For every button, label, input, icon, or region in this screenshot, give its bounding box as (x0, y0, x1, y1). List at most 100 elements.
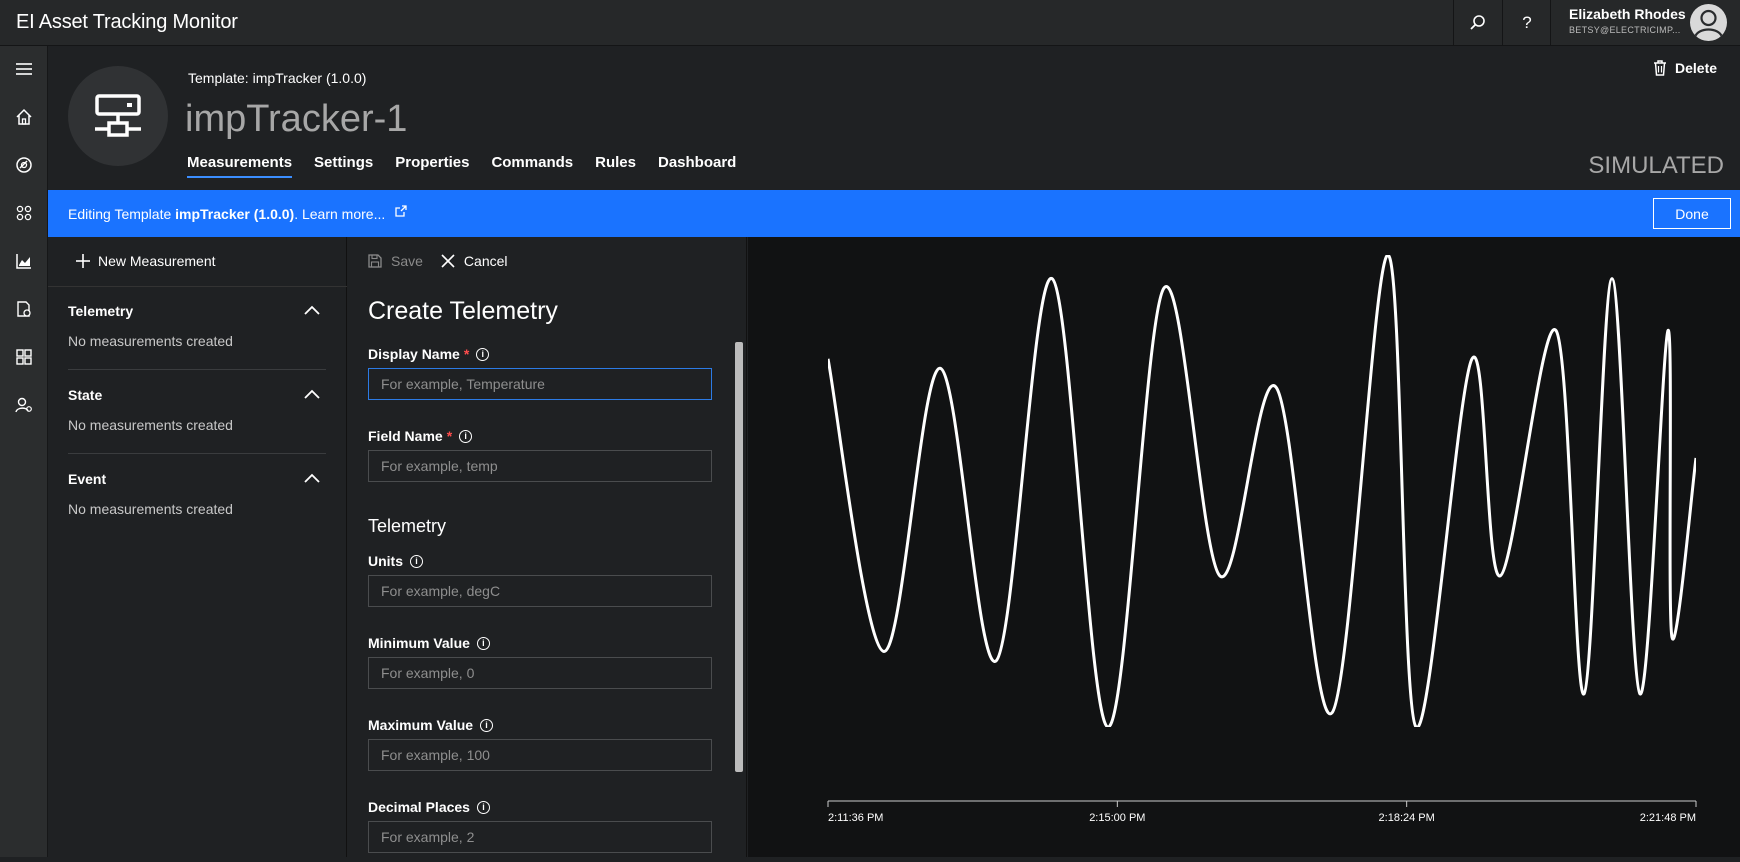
display-name-label-text: Display Name (368, 346, 460, 362)
tab-rules[interactable]: Rules (595, 154, 636, 178)
info-icon[interactable]: i (410, 554, 423, 568)
top-bar: EI Asset Tracking Monitor ? Elizabeth Rh… (0, 0, 1740, 46)
tab-dashboard[interactable]: Dashboard (658, 154, 736, 178)
minimum-value-input[interactable] (368, 657, 712, 689)
left-nav (0, 46, 48, 857)
info-icon[interactable]: i (476, 800, 490, 814)
done-button[interactable]: Done (1653, 198, 1731, 229)
trash-icon (1654, 60, 1666, 76)
banner-prefix: Editing Template (68, 206, 176, 222)
display-name-label: Display Name * i (368, 346, 490, 362)
cancel-label: Cancel (463, 253, 508, 269)
section-title: Event (68, 471, 107, 487)
banner-text: Editing Template impTracker (1.0.0). Lea… (68, 205, 407, 222)
device-tabs: Measurements Settings Properties Command… (187, 154, 758, 178)
decimal-places-input[interactable] (368, 821, 712, 853)
telemetry-chart: 2:11:36 PM 2:15:00 PM 2:18:24 PM 2:21:48 PM (827, 255, 1697, 824)
device-name: impTracker-1 (185, 98, 408, 140)
create-telemetry-panel: Save Cancel Create Telemetry Display Nam… (348, 237, 747, 857)
divider (68, 453, 326, 454)
maximum-value-label-text: Maximum Value (368, 717, 474, 733)
edit-template-banner: Editing Template impTracker (1.0.0). Lea… (48, 190, 1740, 237)
external-link-icon (395, 205, 407, 217)
x-tick-label: 2:18:24 PM (1379, 812, 1435, 824)
delete-label: Delete (1675, 60, 1718, 76)
template-label: Template: impTracker (1.0.0) (188, 70, 367, 86)
user-email: BETSY@ELECTRICIMP... (1569, 25, 1681, 35)
chevron-up-icon[interactable] (304, 389, 320, 399)
save-button[interactable]: Save (368, 253, 423, 269)
info-icon[interactable]: i (480, 718, 494, 732)
units-label-text: Units (368, 553, 403, 569)
user-name: Elizabeth Rhodes (1569, 6, 1686, 22)
device-sets-icon[interactable] (12, 201, 36, 225)
section-empty-text: No measurements created (68, 501, 233, 517)
section-empty-text: No measurements created (68, 333, 233, 349)
administration-icon[interactable] (12, 393, 36, 417)
series-line (828, 255, 1696, 727)
app-builder-icon[interactable] (12, 345, 36, 369)
user-avatar-icon (1693, 9, 1724, 38)
divider (48, 286, 347, 287)
help-icon: ? (1522, 13, 1532, 32)
minimum-value-label: Minimum Value i (368, 635, 490, 651)
info-icon[interactable]: i (459, 429, 473, 443)
field-name-input[interactable] (368, 450, 712, 482)
tab-properties[interactable]: Properties (395, 154, 469, 178)
form-toolbar: Save Cancel (368, 253, 508, 269)
new-measurement-label: New Measurement (98, 253, 216, 269)
delete-button[interactable]: Delete (1653, 60, 1717, 76)
required-asterisk: * (463, 346, 470, 362)
form-title: Create Telemetry (368, 297, 558, 325)
info-icon[interactable]: i (476, 347, 490, 361)
minimum-value-label-text: Minimum Value (368, 635, 470, 651)
learn-more-link[interactable]: . Learn more... (294, 206, 385, 222)
measurements-panel: New Measurement Telemetry No measurement… (48, 237, 347, 857)
close-icon (441, 254, 455, 268)
analytics-icon[interactable] (12, 249, 36, 273)
help-button[interactable]: ? (1502, 0, 1551, 46)
units-input[interactable] (368, 575, 712, 607)
x-tick-label: 2:15:00 PM (1089, 812, 1145, 824)
maximum-value-label: Maximum Value i (368, 717, 494, 733)
device-explorer-icon[interactable] (12, 153, 36, 177)
display-name-input[interactable] (368, 368, 712, 400)
avatar[interactable] (1690, 4, 1727, 41)
section-event: Event No measurements created (68, 471, 326, 517)
chevron-up-icon[interactable] (304, 305, 320, 315)
banner-template: impTracker (1.0.0) (175, 206, 295, 222)
save-icon (368, 254, 382, 268)
cancel-button[interactable]: Cancel (441, 253, 508, 269)
maximum-value-input[interactable] (368, 739, 712, 771)
info-icon[interactable]: i (476, 636, 490, 650)
section-title: Telemetry (68, 303, 134, 319)
telemetry-chart-panel: 2:11:36 PM 2:15:00 PM 2:18:24 PM 2:21:48 PM (748, 237, 1740, 857)
field-name-label: Field Name * i (368, 428, 473, 444)
device-header: Template: impTracker (1.0.0) impTracker-… (48, 46, 1740, 190)
device-avatar (68, 66, 168, 166)
section-title: State (68, 387, 103, 403)
divider (68, 369, 326, 370)
scrollbar[interactable] (735, 342, 743, 772)
x-tick-label: 2:11:36 PM (828, 812, 883, 824)
chevron-up-icon[interactable] (304, 473, 320, 483)
units-label: Units i (368, 553, 423, 569)
user-menu[interactable]: Elizabeth Rhodes BETSY@ELECTRICIMP... (1550, 0, 1740, 46)
app-title: EI Asset Tracking Monitor (16, 11, 238, 33)
plus-icon (76, 254, 90, 268)
hamburger-menu-icon[interactable] (12, 57, 36, 81)
home-icon[interactable] (12, 105, 36, 129)
tab-commands[interactable]: Commands (491, 154, 573, 178)
tab-settings[interactable]: Settings (314, 154, 373, 178)
jobs-icon[interactable] (12, 297, 36, 321)
decimal-places-label: Decimal Places i (368, 799, 490, 815)
save-label: Save (391, 253, 423, 269)
simulated-label: SIMULATED (1588, 152, 1724, 179)
telemetry-section-title: Telemetry (368, 516, 447, 536)
section-empty-text: No measurements created (68, 417, 233, 433)
field-name-label-text: Field Name (368, 428, 443, 444)
tab-measurements[interactable]: Measurements (187, 154, 293, 178)
new-measurement-button[interactable]: New Measurement (75, 253, 216, 269)
decimal-places-label-text: Decimal Places (368, 799, 470, 815)
search-button[interactable] (1453, 0, 1502, 46)
